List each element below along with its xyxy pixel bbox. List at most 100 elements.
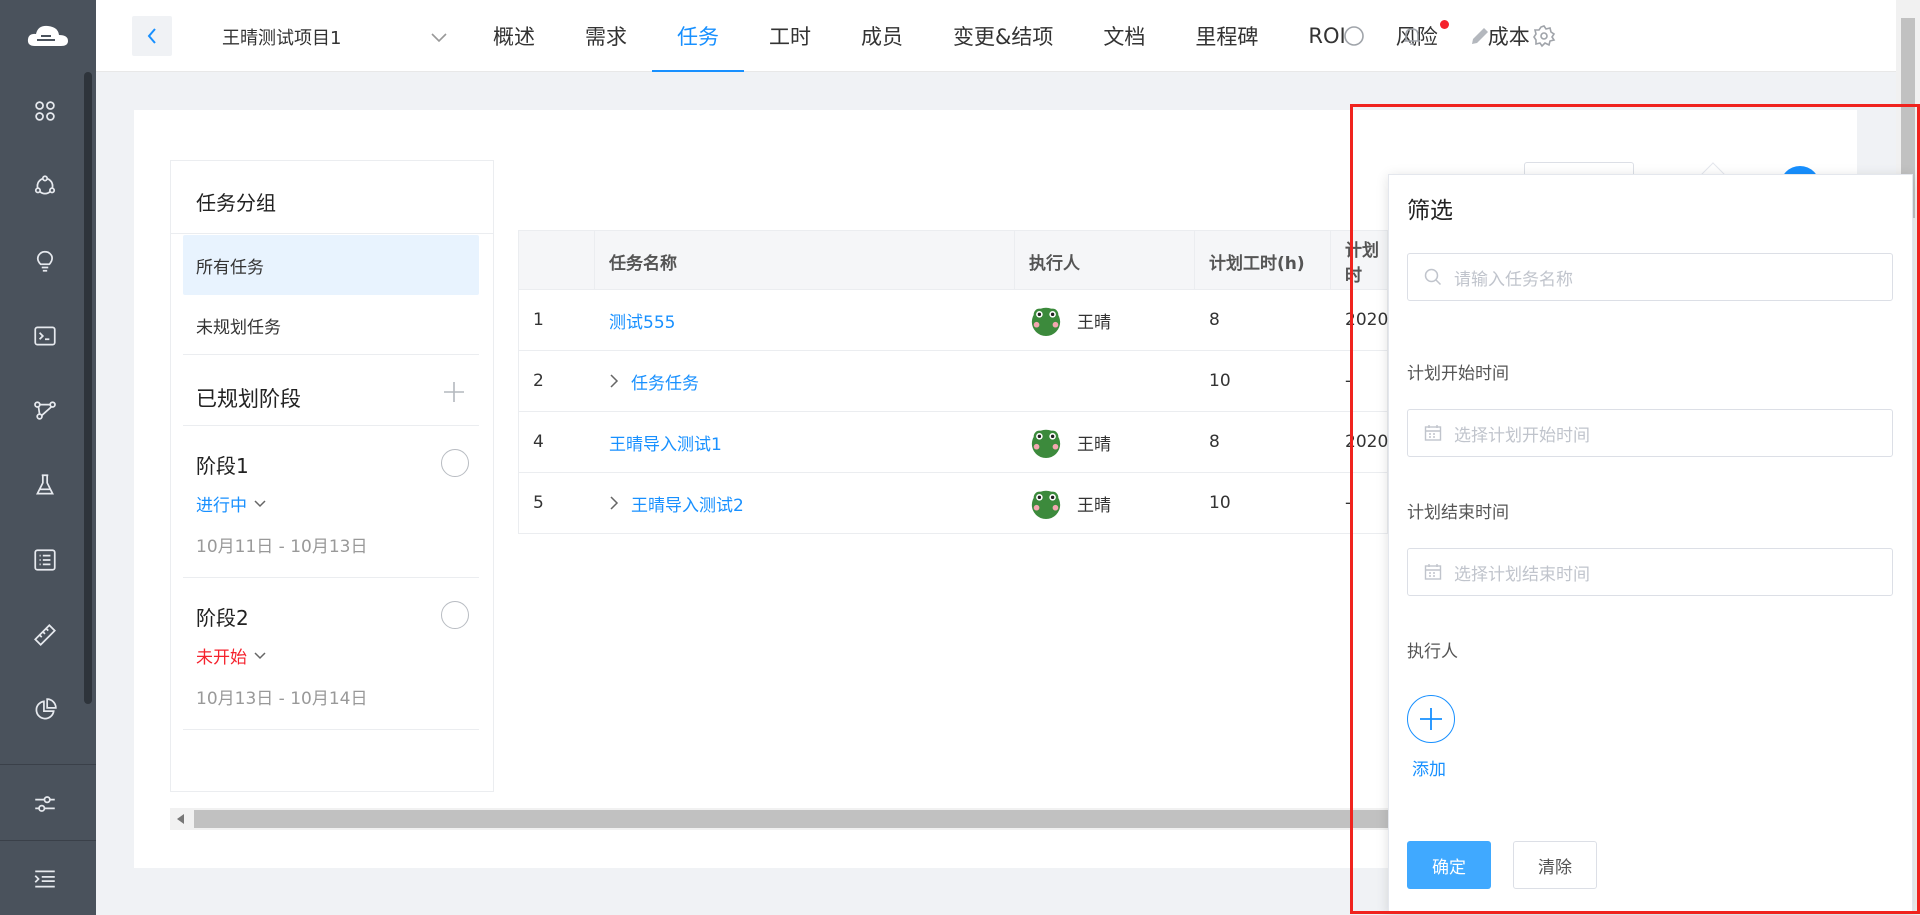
assignee-cell: 王晴 <box>1015 412 1111 472</box>
column-header-name: 任务名称 <box>595 231 1015 291</box>
terminal-icon[interactable] <box>28 319 62 353</box>
plus-icon <box>1420 708 1442 730</box>
start-date-picker[interactable]: 选择计划开始时间 <box>1407 409 1893 457</box>
top-bar: 王晴测试项目1 概述 需求 任务 工时 成员 变更&结项 文档 里程碑 ROI … <box>96 0 1920 72</box>
planned-time: 2020 <box>1345 432 1389 452</box>
collapse-menu-icon[interactable] <box>28 862 62 896</box>
column-header-assignee: 执行人 <box>1015 231 1195 291</box>
task-name-search-input[interactable]: 请输入任务名称 <box>1407 253 1893 301</box>
row-index: 2 <box>533 371 544 391</box>
cloud-logo-icon[interactable] <box>0 14 96 58</box>
tab-changes[interactable]: 变更&结项 <box>928 0 1078 72</box>
plus-icon <box>444 382 464 402</box>
add-assignee-button[interactable] <box>1407 695 1455 743</box>
tab-requirements[interactable]: 需求 <box>560 0 652 72</box>
search-placeholder: 请输入任务名称 <box>1454 269 1573 290</box>
planned-time: 2020 <box>1345 310 1389 330</box>
column-header-hours: 计划工时(h) <box>1195 231 1331 291</box>
list-icon[interactable] <box>28 543 62 577</box>
calendar-icon <box>1424 425 1442 441</box>
end-time-label: 计划结束时间 <box>1407 503 1509 523</box>
help-icon[interactable] <box>1340 22 1368 50</box>
apps-grid-icon[interactable] <box>28 94 62 128</box>
tab-work-hours[interactable]: 工时 <box>744 0 836 72</box>
task-name-link[interactable]: 测试555 <box>609 308 675 333</box>
search-icon <box>1424 268 1442 286</box>
assignee-name: 王晴 <box>1077 312 1111 333</box>
stage-dates: 10月11日 - 10月13日 <box>196 537 368 557</box>
task-name-link[interactable]: 王晴导入测试2 <box>631 491 744 516</box>
assignee-cell <box>1015 351 1029 411</box>
planned-hours: 10 <box>1209 493 1231 513</box>
stage-name: 阶段2 <box>196 606 249 630</box>
ruler-icon[interactable] <box>28 618 62 652</box>
clear-button[interactable]: 清除 <box>1513 841 1597 889</box>
end-date-placeholder: 选择计划结束时间 <box>1454 564 1590 585</box>
task-name-link[interactable]: 任务任务 <box>631 369 699 394</box>
start-time-label: 计划开始时间 <box>1407 364 1509 384</box>
end-date-picker[interactable]: 选择计划结束时间 <box>1407 548 1893 596</box>
chevron-right-icon[interactable] <box>609 495 619 511</box>
project-select[interactable]: 王晴测试项目1 <box>222 20 448 54</box>
groups-title: 任务分组 <box>196 191 276 215</box>
sidebar-divider <box>0 840 96 841</box>
table-row[interactable]: 5 王晴导入测试2 王晴 10 - <box>518 473 1388 534</box>
assignee-name: 王晴 <box>1077 434 1111 455</box>
tab-tasks[interactable]: 任务 <box>652 0 744 72</box>
settings-icon[interactable] <box>1530 22 1558 50</box>
tab-documents[interactable]: 文档 <box>1078 0 1170 72</box>
table-row[interactable]: 4 王晴导入测试1 王晴 8 2020 <box>518 412 1388 473</box>
tab-members[interactable]: 成员 <box>836 0 928 72</box>
column-header-plan-time: 计划时 <box>1345 241 1379 286</box>
avatar <box>1031 307 1061 337</box>
divider <box>183 425 479 426</box>
group-item-unplanned[interactable]: 未规划任务 <box>183 295 479 355</box>
table-row[interactable]: 2 任务任务 10 - <box>518 351 1388 412</box>
column-header-index <box>519 231 595 291</box>
sidebar-scrollbar[interactable] <box>84 72 92 704</box>
row-index: 1 <box>533 310 544 330</box>
divider <box>183 577 479 578</box>
row-index: 5 <box>533 493 544 513</box>
scrollbar-thumb[interactable] <box>194 810 1420 828</box>
add-stage-button[interactable] <box>439 377 469 407</box>
stage-complete-toggle[interactable] <box>441 601 469 629</box>
planned-hours: 8 <box>1209 310 1220 330</box>
sliders-icon[interactable] <box>28 787 62 821</box>
chevron-down-icon <box>254 499 266 507</box>
tab-overview[interactable]: 概述 <box>468 0 560 72</box>
project-name: 王晴测试项目1 <box>222 28 342 49</box>
assignee-name: 王晴 <box>1077 495 1111 516</box>
chevron-down-icon <box>431 33 447 43</box>
stage-status-dropdown[interactable]: 未开始 <box>196 643 267 668</box>
table-horizontal-scrollbar[interactable] <box>170 808 1420 830</box>
divider <box>171 233 493 234</box>
planned-hours: 8 <box>1209 432 1220 452</box>
filter-popover: 筛选 请输入任务名称 计划开始时间 选择计划开始时间 计划结束时间 选择计划结束… <box>1388 174 1913 914</box>
scroll-left-icon[interactable] <box>174 812 188 826</box>
notification-dot <box>1439 20 1449 29</box>
group-item-all-tasks[interactable]: 所有任务 <box>183 235 479 295</box>
pie-chart-icon[interactable] <box>28 693 62 727</box>
table-row[interactable]: 1 测试555 王晴 8 2020 <box>518 290 1388 351</box>
bulb-icon[interactable] <box>28 244 62 278</box>
tab-milestones[interactable]: 里程碑 <box>1170 0 1283 72</box>
filter-title: 筛选 <box>1407 198 1453 224</box>
app-root: 王晴测试项目1 概述 需求 任务 工时 成员 变更&结项 文档 里程碑 ROI … <box>0 0 1920 915</box>
confirm-button[interactable]: 确定 <box>1407 841 1491 889</box>
add-assignee-label[interactable]: 添加 <box>1412 755 1446 780</box>
flow-icon[interactable] <box>28 393 62 427</box>
planned-time: - <box>1345 371 1352 391</box>
back-button[interactable] <box>132 16 172 56</box>
divider <box>183 729 479 730</box>
network-icon[interactable] <box>28 169 62 203</box>
edit-icon[interactable] <box>1466 22 1494 50</box>
chevron-right-icon[interactable] <box>609 373 619 389</box>
stage-complete-toggle[interactable] <box>441 449 469 477</box>
bell-icon[interactable] <box>1398 22 1426 50</box>
planned-hours: 10 <box>1209 371 1231 391</box>
flask-icon[interactable] <box>28 468 62 502</box>
stage-status-dropdown[interactable]: 进行中 <box>196 491 267 516</box>
row-index: 4 <box>533 432 544 452</box>
task-name-link[interactable]: 王晴导入测试1 <box>609 430 722 455</box>
